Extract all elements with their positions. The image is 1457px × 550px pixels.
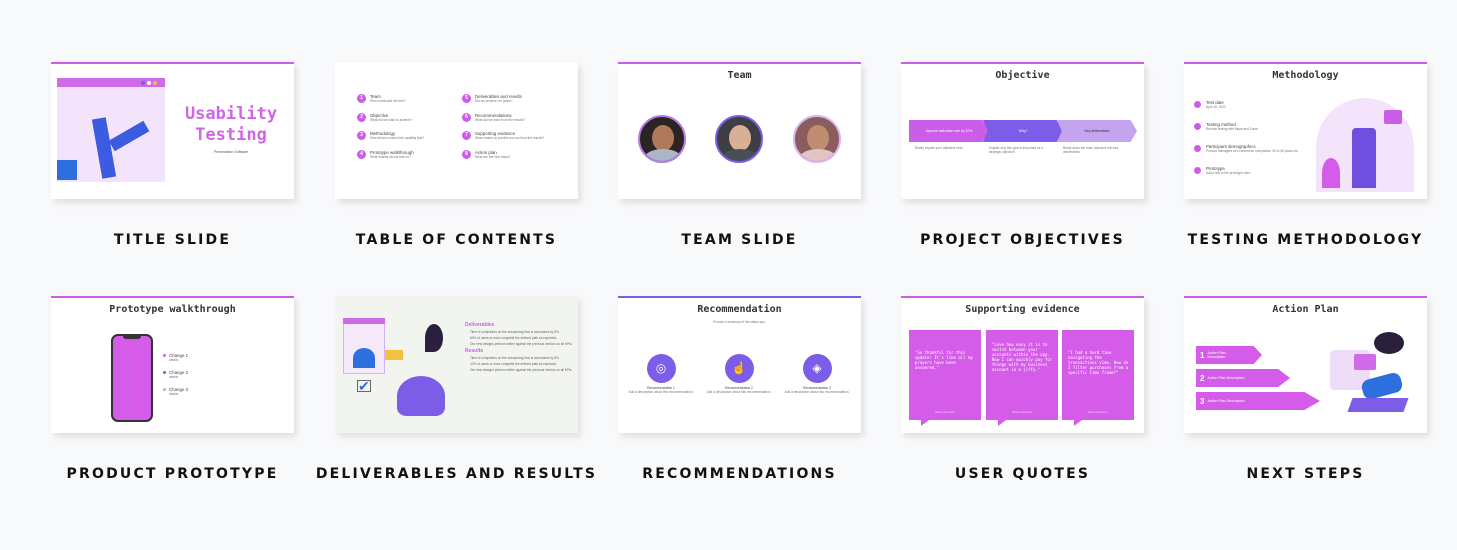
methodology-item: Test date April 18, 2022	[1194, 100, 1304, 122]
slide-title: Action Plan	[1272, 304, 1339, 315]
target-icon: ◎	[646, 354, 676, 383]
objective-desc: Explain why this goal is important as a …	[989, 146, 1044, 154]
slide-thumbnail[interactable]: Usability Testing Presentation Software	[51, 62, 294, 199]
quote-card: "I had a hard time navigating the transa…	[1062, 330, 1134, 426]
methodology-item: Prototype Add a link to the prototype her…	[1194, 166, 1304, 188]
template-card-next-steps[interactable]: Action Plan 1 Action Plan Description 2 Ac…	[1184, 296, 1427, 481]
deliverables-list: Deliverables Time to completion on the o…	[465, 320, 573, 374]
template-card-recommendations[interactable]: Recommendation Provide a summary of the …	[618, 296, 861, 481]
list-item: 60% of users or more complete the define…	[470, 336, 557, 340]
slide-thumbnail[interactable]: Prototype walkthrough Change 1 details Ch…	[51, 296, 294, 433]
change-item: Change 3 details	[163, 387, 223, 396]
slide-thumbnail[interactable]: Recommendation Provide a summary of the …	[618, 296, 861, 433]
template-card-project-objectives[interactable]: Objective Improve activation rate by 10%…	[901, 62, 1144, 247]
phone-mockup	[111, 334, 153, 422]
slide-thumbnail[interactable]: Team	[618, 62, 861, 199]
touch-icon: ☝	[724, 354, 754, 383]
slide-title: Usability Testing	[184, 104, 278, 145]
avatar	[793, 115, 841, 163]
avatar	[638, 115, 686, 163]
toc-item: 2 Objective What did we want to achieve?	[357, 112, 462, 132]
template-card-user-quotes[interactable]: Supporting evidence "So thankful for thi…	[901, 296, 1144, 481]
toc-item: 6 Recommendations What did we learn from t…	[462, 112, 567, 132]
slide-title: Team	[727, 70, 752, 81]
action-step: 1 Action Plan Description	[1196, 346, 1262, 364]
template-caption[interactable]: PROJECT OBJECTIVES	[881, 233, 1164, 247]
action-step: 2 Action Plan Description	[1196, 369, 1290, 387]
methodology-item: Participant demographics Product managers…	[1194, 144, 1304, 166]
list-item: Our new designs perform better against t…	[470, 368, 573, 372]
toc-item: 7 Supporting evidence What makes us positi…	[462, 131, 567, 150]
action-plan-illustration	[1324, 332, 1419, 424]
change-item: Change 1 details	[163, 353, 223, 362]
results-heading: Results	[465, 348, 484, 354]
slide-thumbnail[interactable]: Supporting evidence "So thankful for thi…	[901, 296, 1144, 433]
toc-column-left: 1 Team Who conducted the test? 2 Objective W…	[357, 94, 462, 168]
slide-title: Recommendation	[697, 304, 782, 315]
action-step: 3 Action Plan Description	[1196, 392, 1320, 410]
slide-title: Objective	[995, 70, 1050, 81]
recommendation-item: ◈ Recommendation 3 Add a description abo…	[782, 354, 852, 394]
list-item: Time to completion on the onboarding flo…	[470, 356, 560, 360]
deliverables-illustration: ✔	[343, 318, 445, 418]
basket-illustration	[57, 160, 77, 180]
template-card-table-of-contents[interactable]: 1 Team Who conducted the test? 2 Objective W…	[335, 62, 578, 247]
slide-thumbnail[interactable]: ✔ Deliverables Time to completion on the…	[335, 296, 578, 433]
template-card-deliverables-and-results[interactable]: ✔ Deliverables Time to completion on the…	[316, 296, 595, 481]
quote-card: "So thankful for this update! It's like …	[909, 330, 981, 426]
template-caption[interactable]: PRODUCT PROTOTYPE	[31, 467, 314, 481]
toc-item: 8 Action plan What are the next steps?	[462, 149, 567, 169]
slide-thumbnail[interactable]: 1 Team Who conducted the test? 2 Objective W…	[335, 62, 578, 199]
template-card-testing-methodology[interactable]: Methodology Test date April 18, 2022 Test…	[1184, 62, 1427, 247]
template-caption[interactable]: NEXT STEPS	[1164, 467, 1447, 481]
template-caption[interactable]: RECOMMENDATIONS	[598, 467, 881, 481]
template-caption[interactable]: USER QUOTES	[881, 467, 1164, 481]
layers-icon: ◈	[802, 354, 832, 383]
list-item: Our new designs perform better against t…	[470, 342, 573, 346]
objective-step: Improve activation rate by 10%	[909, 120, 989, 142]
objective-desc: Break down the main objective into key d…	[1063, 146, 1119, 154]
avatar	[715, 115, 763, 163]
change-item: Change 2 details	[163, 370, 223, 379]
objective-step: Key deliverables	[1057, 120, 1137, 142]
template-card-team-slide[interactable]: Team TEAM SLIDE	[618, 62, 861, 247]
toc-column-right: 5 Deliverables and results Did we achieve …	[462, 94, 567, 168]
methodology-item: Testing method Remote testing with Maze a…	[1194, 122, 1304, 144]
slide-title: Prototype walkthrough	[109, 304, 236, 315]
list-item: 42% of users or more complete the define…	[470, 362, 557, 366]
recommendation-item: ◎ Recommendation 1 Add a description abo…	[626, 354, 696, 394]
slide-thumbnail[interactable]: Methodology Test date April 18, 2022 Test…	[1184, 62, 1427, 199]
recommendation-item: ☝ Recommendation 2 Add a description abo…	[704, 354, 774, 394]
template-caption[interactable]: TESTING METHODOLOGY	[1164, 233, 1447, 247]
toc-item: 5 Deliverables and results Did we achieve …	[462, 94, 567, 113]
slide-thumbnail[interactable]: Objective Improve activation rate by 10%…	[901, 62, 1144, 199]
methodology-illustration	[1316, 98, 1414, 192]
template-caption[interactable]: TEAM SLIDE	[598, 233, 881, 247]
template-card-title-slide[interactable]: Usability Testing Presentation Software …	[51, 62, 294, 247]
slide-subtitle: Provide a summary of the status quo.	[713, 320, 766, 324]
template-caption[interactable]: TABLE OF CONTENTS	[315, 233, 598, 247]
deliverables-heading: Deliverables	[465, 322, 495, 328]
slide-title: Supporting evidence	[965, 304, 1080, 315]
methodology-list: Test date April 18, 2022 Testing method Re…	[1194, 100, 1304, 188]
quote-card: "Love how easy it is to switch between y…	[986, 330, 1058, 426]
objective-step: Why?	[983, 120, 1063, 142]
slide-title: Methodology	[1272, 70, 1339, 81]
list-item: Time to completion on the onboarding flo…	[470, 330, 560, 334]
toc-item: 3 Methodology How did we conduct the usabi…	[357, 131, 462, 150]
template-caption[interactable]: TITLE SLIDE	[31, 233, 314, 247]
template-card-product-prototype[interactable]: Prototype walkthrough Change 1 details Ch…	[51, 296, 294, 481]
toc-item: 4 Prototype walkthrough What exactly did w…	[357, 149, 462, 169]
slide-thumbnail[interactable]: Action Plan 1 Action Plan Description 2 Ac…	[1184, 296, 1427, 433]
objective-desc: Briefly explain your objective here.	[915, 146, 964, 150]
slide-subtitle: Presentation Software	[213, 150, 249, 154]
toc-item: 1 Team Who conducted the test?	[357, 94, 462, 113]
template-caption[interactable]: DELIVERABLES AND RESULTS	[315, 467, 598, 481]
